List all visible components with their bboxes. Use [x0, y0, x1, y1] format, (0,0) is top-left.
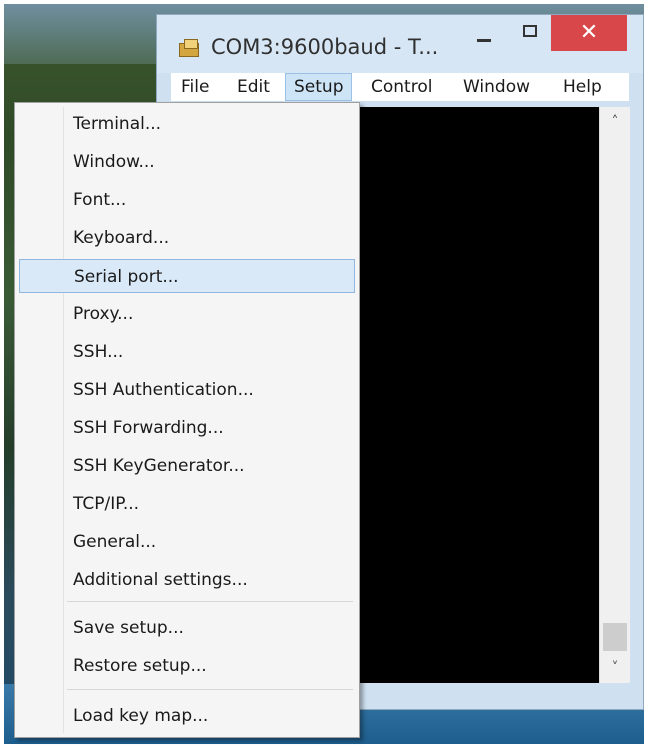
menu-file[interactable]: File [173, 73, 217, 101]
menu-item-label: Font... [73, 190, 127, 210]
menu-item-load-key-map[interactable]: Load key map... [19, 699, 355, 733]
menu-item-label: Proxy... [73, 304, 134, 324]
menu-item-terminal[interactable]: Terminal... [19, 107, 355, 141]
menu-separator [67, 689, 353, 690]
menu-item-label: Window... [73, 152, 155, 172]
menu-item-ssh-authentication[interactable]: SSH Authentication... [19, 373, 355, 407]
menu-item-label: General... [73, 532, 157, 552]
menu-item-label: Additional settings... [73, 570, 248, 590]
maximize-button[interactable] [509, 15, 555, 51]
menu-item-label: SSH KeyGenerator... [73, 456, 245, 476]
menu-item-general[interactable]: General... [19, 525, 355, 559]
menu-item-label: Restore setup... [73, 656, 207, 676]
teraterm-app-icon[interactable] [179, 39, 201, 57]
menu-setup[interactable]: Setup [285, 73, 353, 101]
menu-item-ssh-keygenerator[interactable]: SSH KeyGenerator... [19, 449, 355, 483]
menu-item-save-setup[interactable]: Save setup... [19, 611, 355, 645]
menu-edit[interactable]: Edit [229, 73, 278, 101]
menu-bar: File Edit Setup Control Window Help [171, 73, 629, 101]
menu-item-label: Serial port... [74, 267, 179, 287]
scroll-down-arrow-icon[interactable]: ˅ [600, 653, 630, 683]
menu-item-label: SSH... [73, 342, 124, 362]
app-icon-top [184, 39, 198, 49]
menu-control[interactable]: Control [363, 73, 440, 101]
menu-item-font[interactable]: Font... [19, 183, 355, 217]
menu-item-label: Terminal... [73, 114, 162, 134]
minimize-button[interactable] [463, 15, 505, 51]
menu-item-ssh-forwarding[interactable]: SSH Forwarding... [19, 411, 355, 445]
menu-item-window[interactable]: Window... [19, 145, 355, 179]
menu-item-label: TCP/IP... [73, 494, 140, 514]
setup-dropdown-menu: Terminal... Window... Font... Keyboard..… [14, 102, 360, 738]
menu-item-restore-setup[interactable]: Restore setup... [19, 649, 355, 683]
menu-separator [67, 601, 353, 602]
menu-item-label: Keyboard... [73, 228, 170, 248]
title-bar[interactable]: COM3:9600baud - T... ✕ [157, 15, 643, 73]
menu-item-label: SSH Forwarding... [73, 418, 224, 438]
close-button[interactable]: ✕ [551, 15, 627, 51]
menu-help[interactable]: Help [555, 73, 610, 101]
menu-item-proxy[interactable]: Proxy... [19, 297, 355, 331]
menu-item-label: Load key map... [73, 706, 209, 726]
scroll-up-arrow-icon[interactable]: ˄ [600, 107, 630, 137]
menu-item-tcpip[interactable]: TCP/IP... [19, 487, 355, 521]
menu-item-ssh[interactable]: SSH... [19, 335, 355, 369]
menu-item-keyboard[interactable]: Keyboard... [19, 221, 355, 255]
menu-item-serial-port[interactable]: Serial port... [19, 259, 355, 293]
vertical-scrollbar[interactable]: ˄ ˅ [599, 107, 630, 683]
terminal-area[interactable] [359, 107, 599, 683]
window-title: COM3:9600baud - T... [211, 35, 439, 59]
scroll-thumb[interactable] [603, 623, 627, 651]
menu-item-additional-settings[interactable]: Additional settings... [19, 563, 355, 597]
menu-item-label: SSH Authentication... [73, 380, 254, 400]
menu-item-label: Save setup... [73, 618, 184, 638]
menu-window[interactable]: Window [455, 73, 538, 101]
